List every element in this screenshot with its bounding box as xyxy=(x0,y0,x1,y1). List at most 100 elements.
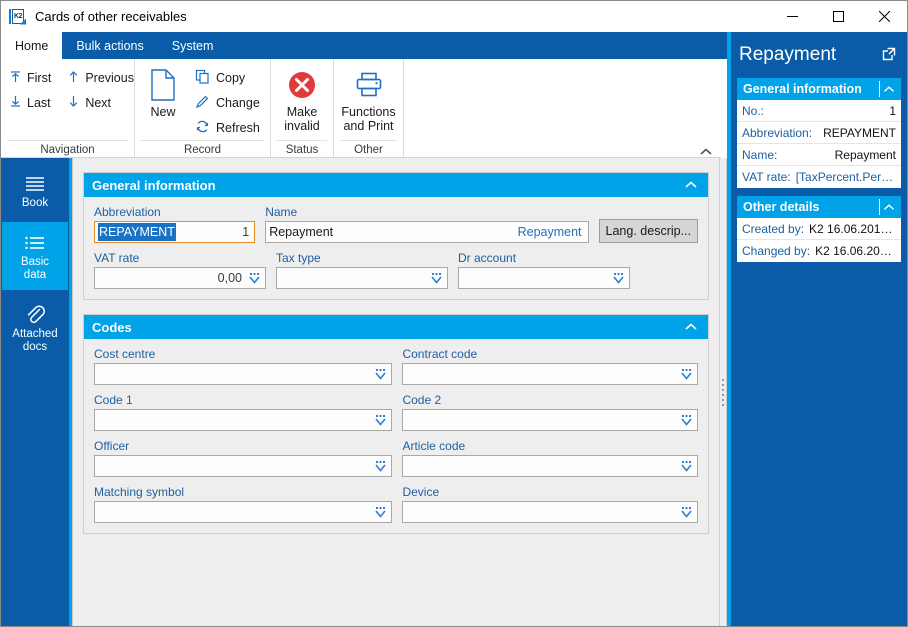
ribbon-group-navigation: First Last Previous Next Navigation xyxy=(1,59,135,158)
right-row-vat-rate-key: VAT rate: xyxy=(742,170,791,184)
dropdown-picker-icon[interactable] xyxy=(429,271,444,286)
dropdown-picker-icon[interactable] xyxy=(373,413,388,428)
application-window: K2 Cards of other receivables Home Bulk … xyxy=(0,0,908,627)
field-vat-rate: VAT rate 0,00 xyxy=(94,251,266,289)
right-section-header-other-details[interactable]: Other details xyxy=(737,196,901,218)
maximize-button[interactable] xyxy=(815,1,861,32)
name-label: Name xyxy=(265,205,298,219)
row-matching-symbol-device: Matching symbol Device xyxy=(94,485,698,523)
close-button[interactable] xyxy=(861,1,907,32)
chevron-up-icon[interactable] xyxy=(879,199,895,215)
window-controls xyxy=(769,1,907,32)
field-abbreviation: Abbreviation REPAYMENT 1 xyxy=(94,205,256,243)
officer-input[interactable] xyxy=(94,455,393,477)
panel-body-general-information: Abbreviation REPAYMENT 1 Name Repayment … xyxy=(84,197,708,299)
last-button[interactable]: Last xyxy=(1,90,59,115)
book-lines-icon xyxy=(23,171,47,197)
right-section-title-general-information: General information xyxy=(743,82,862,96)
code1-input[interactable] xyxy=(94,409,393,431)
field-code1: Code 1 xyxy=(94,393,393,431)
panel-header-general-information[interactable]: General information xyxy=(84,173,708,197)
panel-splitter[interactable] xyxy=(719,158,727,626)
copy-icon xyxy=(195,69,216,87)
sidebar-item-book[interactable]: Book xyxy=(2,163,68,218)
printer-icon xyxy=(354,65,384,105)
tab-bulk-actions[interactable]: Bulk actions xyxy=(62,32,157,59)
device-input[interactable] xyxy=(402,501,698,523)
contract-code-input[interactable] xyxy=(402,363,698,385)
make-invalid-button[interactable]: Make invalid xyxy=(275,59,329,133)
right-section-header-general-information[interactable]: General information xyxy=(737,78,901,100)
field-tax-type: Tax type xyxy=(276,251,448,289)
chevron-up-icon[interactable] xyxy=(879,81,895,97)
dr-account-input[interactable] xyxy=(458,267,630,289)
row-vat-tax-dr: VAT rate 0,00 Tax type Dr account xyxy=(94,251,698,289)
arrow-down-icon xyxy=(67,95,85,111)
right-row-changed-by-value: K2 16.06.2016 ... xyxy=(815,244,896,258)
field-matching-symbol: Matching symbol xyxy=(94,485,393,523)
article-code-input[interactable] xyxy=(402,455,698,477)
dropdown-picker-icon[interactable] xyxy=(373,459,388,474)
dropdown-picker-icon[interactable] xyxy=(611,271,626,286)
change-button[interactable]: Change xyxy=(191,90,268,115)
matching-symbol-input[interactable] xyxy=(94,501,393,523)
vat-rate-input[interactable]: 0,00 xyxy=(94,267,266,289)
right-panel-header: Repayment xyxy=(731,32,907,78)
abbreviation-value: REPAYMENT xyxy=(98,223,176,241)
dropdown-picker-icon[interactable] xyxy=(679,367,694,382)
right-row-changed-by: Changed by: K2 16.06.2016 ... xyxy=(737,240,901,262)
chevron-up-icon[interactable] xyxy=(682,176,700,194)
previous-button[interactable]: Previous xyxy=(59,65,142,90)
right-row-vat-rate-value: [TaxPercent.Perce... xyxy=(795,170,896,184)
field-cost-centre: Cost centre xyxy=(94,347,393,385)
chevron-up-icon[interactable] xyxy=(682,318,700,336)
contract-code-label: Contract code xyxy=(402,347,478,361)
minimize-button[interactable] xyxy=(769,1,815,32)
refresh-icon xyxy=(195,119,216,137)
abbreviation-number: 1 xyxy=(242,225,250,239)
last-label: Last xyxy=(27,95,51,110)
sidebar-item-basic-data[interactable]: Basic data xyxy=(2,222,68,290)
dropdown-picker-icon[interactable] xyxy=(247,271,262,286)
open-in-new-window-icon[interactable] xyxy=(881,46,899,64)
functions-and-print-label-line2: and Print xyxy=(343,119,394,133)
new-label: New xyxy=(150,105,176,119)
ribbon-group-other: Functions and Print Other xyxy=(334,59,404,158)
tax-type-input[interactable] xyxy=(276,267,448,289)
device-label: Device xyxy=(402,485,440,499)
refresh-button[interactable]: Refresh xyxy=(191,115,268,140)
dropdown-picker-icon[interactable] xyxy=(679,413,694,428)
make-invalid-label-line1: Make xyxy=(286,105,318,119)
officer-label: Officer xyxy=(94,439,130,453)
right-row-changed-by-key: Changed by: xyxy=(742,244,811,258)
tab-home[interactable]: Home xyxy=(1,32,63,59)
group-label-other: Other xyxy=(340,140,397,158)
panel-codes: Codes Cost centre Contract code Code 1 C… xyxy=(83,314,709,534)
next-label: Next xyxy=(85,95,112,110)
abbreviation-input[interactable]: REPAYMENT 1 xyxy=(94,221,256,243)
cost-centre-label: Cost centre xyxy=(94,347,156,361)
dropdown-picker-icon[interactable] xyxy=(373,505,388,520)
code2-input[interactable] xyxy=(402,409,698,431)
code1-label: Code 1 xyxy=(94,393,133,407)
copy-button[interactable]: Copy xyxy=(191,65,268,90)
cost-centre-input[interactable] xyxy=(94,363,393,385)
dropdown-picker-icon[interactable] xyxy=(679,505,694,520)
dropdown-picker-icon[interactable] xyxy=(373,367,388,382)
tab-system[interactable]: System xyxy=(158,32,228,59)
refresh-label: Refresh xyxy=(216,120,260,135)
dropdown-picker-icon[interactable] xyxy=(679,459,694,474)
group-label-record: Record xyxy=(141,140,264,158)
sidebar-item-attached-docs[interactable]: Attached docs xyxy=(2,294,68,362)
new-button[interactable]: New xyxy=(135,59,191,119)
right-section-other-details: Other details Created by: K2 16.06.2016 … xyxy=(737,196,901,262)
panel-header-codes[interactable]: Codes xyxy=(84,315,708,339)
field-name: Name Repayment Repayment xyxy=(265,205,589,243)
functions-and-print-button[interactable]: Functions and Print xyxy=(334,59,403,133)
name-input[interactable]: Repayment Repayment xyxy=(265,221,589,243)
ribbon-group-status: Make invalid Status xyxy=(271,59,334,158)
right-row-name-key: Name: xyxy=(742,147,778,162)
next-button[interactable]: Next xyxy=(59,90,142,115)
lang-description-button[interactable]: Lang. descrip... xyxy=(598,219,698,243)
first-button[interactable]: First xyxy=(1,65,59,90)
